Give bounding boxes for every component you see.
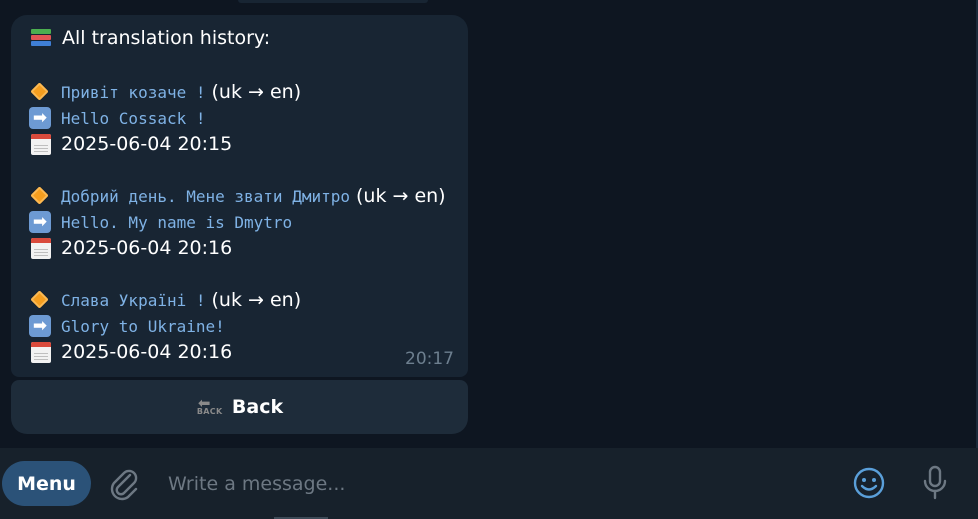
translated-text[interactable]: Glory to Ukraine!	[61, 317, 225, 336]
language-direction: (uk → en)	[211, 289, 302, 311]
previous-message-bubble	[238, 0, 428, 3]
history-entry: Добрий день. Мене звати Дмитро (uk → en)…	[29, 183, 446, 261]
paperclip-icon[interactable]	[106, 466, 142, 502]
source-text[interactable]: Привіт козаче !	[61, 83, 206, 102]
message-input-bar: Menu	[0, 448, 978, 519]
header-text: All translation history:	[62, 27, 271, 49]
calendar-icon	[29, 237, 51, 259]
back-button[interactable]: ⬅ BACK Back	[11, 380, 468, 434]
calendar-icon	[29, 341, 51, 363]
books-icon	[30, 27, 52, 49]
menu-button[interactable]: Menu	[2, 461, 91, 506]
orange-diamond-icon	[29, 289, 51, 311]
microphone-icon[interactable]	[917, 464, 953, 502]
back-button-label: Back	[231, 396, 284, 418]
emoji-icon[interactable]	[851, 465, 887, 501]
source-text[interactable]: Слава Україні !	[61, 291, 206, 310]
language-direction: (uk → en)	[211, 81, 302, 103]
message-time: 20:17	[405, 349, 454, 369]
orange-diamond-icon	[29, 81, 51, 103]
entry-datetime: 2025-06-04 20:16	[61, 341, 233, 363]
entry-datetime: 2025-06-04 20:16	[61, 237, 233, 259]
message-bubble: All translation history: Привіт козаче !…	[11, 15, 468, 377]
language-direction: (uk → en)	[355, 185, 446, 207]
translated-text[interactable]: Hello. My name is Dmytro	[61, 213, 292, 232]
entry-datetime: 2025-06-04 20:15	[61, 133, 233, 155]
history-header: All translation history:	[30, 27, 270, 49]
message-input[interactable]	[166, 468, 820, 500]
translated-text[interactable]: Hello Cossack !	[61, 109, 206, 128]
calendar-icon	[29, 133, 51, 155]
history-entry: Привіт козаче ! (uk → en) ➡ Hello Cossac…	[29, 79, 301, 157]
back-arrow-icon: ⬅ BACK	[196, 394, 223, 417]
source-text[interactable]: Добрий день. Мене звати Дмитро	[61, 187, 350, 206]
right-arrow-icon: ➡	[29, 211, 51, 233]
history-entry: Слава Україні ! (uk → en) ➡ Glory to Ukr…	[29, 287, 301, 365]
right-arrow-icon: ➡	[29, 107, 51, 129]
orange-diamond-icon	[29, 185, 51, 207]
right-arrow-icon: ➡	[29, 315, 51, 337]
